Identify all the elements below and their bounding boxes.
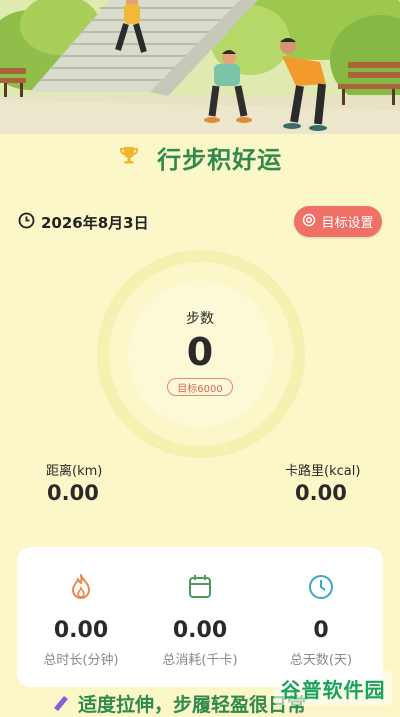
total-consumption-value: 0.00 — [172, 618, 228, 643]
app-title: 行步积好运 — [0, 140, 400, 175]
calories-value: 0.00 — [295, 481, 347, 505]
tip-banner: 适度拉伸，步履轻盈很日常 — [50, 690, 306, 717]
total-duration-stat: 0.00 总时长(分钟) — [20, 547, 142, 668]
calendar-icon — [185, 572, 215, 602]
summary-card: 0.00 总时长(分钟) 0.00 总消耗(千卡) 0 总天数(天) — [17, 547, 383, 687]
distance-label: 距离(km) — [46, 464, 103, 479]
total-duration-value: 0.00 — [53, 618, 109, 643]
trophy-icon — [118, 144, 140, 172]
step-goal-badge: 目标6000 — [167, 378, 233, 396]
tip-banner-text: 适度拉伸，步履轻盈很日常 — [78, 694, 307, 716]
goal-settings-label: 目标设置 — [321, 216, 374, 231]
flame-icon — [66, 572, 96, 602]
total-days-value: 0 — [313, 618, 329, 643]
goal-settings-button[interactable]: 目标设置 — [294, 206, 382, 237]
steps-label: 步数 — [186, 311, 214, 327]
calories-label: 卡路里(kcal) — [285, 464, 361, 479]
hero-illustration — [0, 0, 400, 134]
app-title-text: 行步积好运 — [157, 146, 283, 174]
total-consumption-stat: 0.00 总消耗(千卡) — [139, 547, 261, 668]
total-duration-label: 总时长(分钟) — [43, 653, 119, 668]
target-icon — [302, 213, 316, 231]
date-display: 2026年8月3日 — [18, 212, 149, 233]
clock-icon — [18, 212, 35, 233]
steps-value: 0 — [186, 330, 214, 374]
watermark: 谷普软件园 — [274, 671, 392, 705]
total-consumption-label: 总消耗(千卡) — [162, 653, 238, 668]
total-days-stat: 0 总天数(天) — [260, 547, 382, 668]
clock-icon — [306, 572, 336, 602]
distance-value: 0.00 — [47, 481, 99, 505]
total-days-label: 总天数(天) — [289, 653, 353, 668]
date-text: 2026年8月3日 — [41, 214, 149, 232]
stretch-icon — [50, 690, 72, 717]
